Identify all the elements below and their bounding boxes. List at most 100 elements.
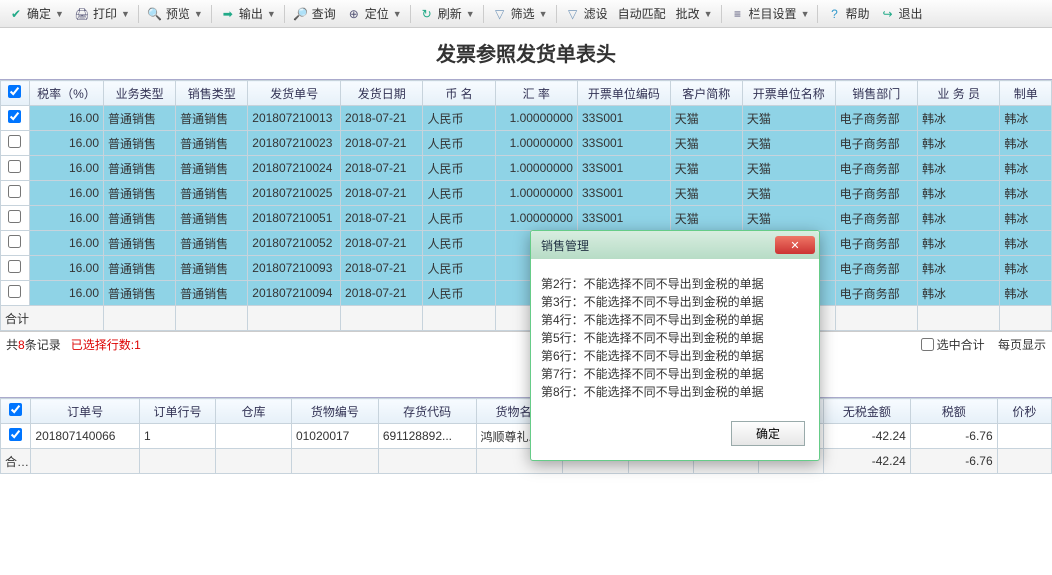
toolbar-label: 栏目设置 [749, 5, 797, 22]
cell: 普通销售 [176, 256, 248, 281]
toolbar-滤设[interactable]: ▽滤设 [561, 3, 612, 24]
col-header[interactable]: 销售部门 [835, 81, 917, 106]
cell: 韩冰 [918, 206, 1000, 231]
dialog-titlebar[interactable]: 销售管理 ✕ [531, 231, 819, 259]
toolbar-帮助[interactable]: ?帮助 [822, 3, 873, 24]
cell: 电子商务部 [835, 206, 917, 231]
chevron-down-icon: ▼ [393, 9, 402, 19]
select-sum-checkbox[interactable]: 选中合计 [921, 336, 985, 353]
cell: 16.00 [29, 206, 103, 231]
cell: 16.00 [29, 106, 103, 131]
row-checkbox[interactable] [8, 135, 21, 148]
col-header[interactable]: 无税金额 [823, 399, 910, 424]
row-checkbox[interactable] [8, 160, 21, 173]
cell: 1.00000000 [495, 181, 577, 206]
dialog-title-text: 销售管理 [541, 237, 589, 254]
col-header[interactable]: 存货代码 [378, 399, 476, 424]
col-header[interactable]: 业务类型 [104, 81, 176, 106]
table-row[interactable]: 16.00普通销售普通销售2018072100512018-07-21人民币1.… [1, 206, 1052, 231]
col-header[interactable]: 税率（%） [29, 81, 103, 106]
table-row[interactable]: 16.00普通销售普通销售2018072100942018-07-21人民币电子… [1, 281, 1052, 306]
row-checkbox[interactable] [9, 428, 22, 441]
cell: 16.00 [29, 231, 103, 256]
col-header[interactable]: 客户简称 [670, 81, 742, 106]
toolbar-预览[interactable]: 🔍预览▼ [143, 3, 207, 24]
col-header[interactable]: 制单 [1000, 81, 1052, 106]
col-header[interactable]: 汇 率 [495, 81, 577, 106]
cell: 人民币 [423, 231, 495, 256]
cell: 天猫 [670, 106, 742, 131]
ok-button[interactable]: 确定 [731, 421, 805, 446]
cell: 1.00000000 [495, 131, 577, 156]
cell: 普通销售 [176, 231, 248, 256]
col-header[interactable]: 税额 [910, 399, 997, 424]
page-title: 发票参照发货单表头 [0, 28, 1052, 79]
cell: 普通销售 [176, 156, 248, 181]
cell: 电子商务部 [835, 106, 917, 131]
toolbar-自动匹配[interactable]: 自动匹配 [614, 3, 670, 24]
toolbar-separator [211, 5, 212, 23]
chevron-down-icon: ▼ [267, 9, 276, 19]
cell: 电子商务部 [835, 281, 917, 306]
确定-icon: ✔ [8, 6, 24, 22]
col-header[interactable]: 发货单号 [248, 81, 341, 106]
cell: 2018-07-21 [341, 281, 423, 306]
toolbar-退出[interactable]: ↪退出 [876, 3, 927, 24]
close-icon[interactable]: ✕ [775, 236, 815, 254]
row-checkbox[interactable] [8, 110, 21, 123]
退出-icon: ↪ [880, 6, 896, 22]
col-header[interactable]: 仓库 [215, 399, 291, 424]
col-header[interactable]: 订单行号 [139, 399, 215, 424]
cell: 韩冰 [1000, 181, 1052, 206]
row-checkbox[interactable] [8, 185, 21, 198]
row-checkbox[interactable] [8, 210, 21, 223]
row-checkbox[interactable] [8, 260, 21, 273]
toolbar-确定[interactable]: ✔确定▼ [4, 3, 68, 24]
toolbar-打印[interactable]: 🖨打印▼ [70, 3, 134, 24]
row-checkbox[interactable] [8, 285, 21, 298]
table-row[interactable]: 16.00普通销售普通销售2018072100132018-07-21人民币1.… [1, 106, 1052, 131]
select-all-checkbox[interactable] [8, 85, 21, 98]
cell: 天猫 [742, 206, 835, 231]
dialog-line: 第7行：不能选择不同不导出到金税的单据 [541, 365, 809, 383]
col-header[interactable]: 业 务 员 [918, 81, 1000, 106]
table-row[interactable]: 16.00普通销售普通销售2018072100242018-07-21人民币1.… [1, 156, 1052, 181]
chevron-down-icon: ▼ [704, 9, 713, 19]
table-row[interactable]: 16.00普通销售普通销售2018072100232018-07-21人民币1.… [1, 131, 1052, 156]
toolbar-输出[interactable]: ➡输出▼ [216, 3, 280, 24]
cell: 韩冰 [918, 281, 1000, 306]
select-sum-input[interactable] [921, 338, 934, 351]
grid1-footer: 共8条记录 已选择行数:1 选中合计 每页显示 [0, 331, 1052, 357]
col-header[interactable]: 开票单位编码 [577, 81, 670, 106]
col-header[interactable]: 价秒 [997, 399, 1051, 424]
col-header[interactable]: 货物编号 [291, 399, 378, 424]
cell: 普通销售 [104, 231, 176, 256]
toolbar-刷新[interactable]: ↻刷新▼ [415, 3, 479, 24]
cell: 天猫 [742, 106, 835, 131]
table-row[interactable]: 201807140066101020017691128892...鸿顺尊礼.0.… [1, 424, 1052, 449]
toolbar-label: 筛选 [511, 5, 535, 22]
col-header[interactable]: 销售类型 [176, 81, 248, 106]
col-header[interactable]: 发货日期 [341, 81, 423, 106]
toolbar-批改[interactable]: 批改 ▼ [672, 3, 717, 24]
toolbar-label: 批改 [676, 5, 700, 22]
toolbar-筛选[interactable]: ▽筛选▼ [488, 3, 552, 24]
cell: 电子商务部 [835, 181, 917, 206]
select-all-checkbox[interactable] [9, 403, 22, 416]
刷新-icon: ↻ [419, 6, 435, 22]
col-header[interactable]: 订单号 [31, 399, 140, 424]
toolbar-定位[interactable]: ⊕定位▼ [342, 3, 406, 24]
toolbar-栏目设置[interactable]: ≡栏目设置▼ [726, 3, 814, 24]
col-header[interactable] [1, 81, 30, 106]
row-checkbox[interactable] [8, 235, 21, 248]
table-row[interactable]: 16.00普通销售普通销售2018072100932018-07-21人民币电子… [1, 256, 1052, 281]
toolbar-查询[interactable]: 🔎查询 [289, 3, 340, 24]
table-row[interactable]: 16.00普通销售普通销售2018072100522018-07-21人民币电子… [1, 231, 1052, 256]
table-row[interactable]: 16.00普通销售普通销售2018072100252018-07-21人民币1.… [1, 181, 1052, 206]
col-header[interactable]: 币 名 [423, 81, 495, 106]
col-header[interactable]: 开票单位名称 [742, 81, 835, 106]
预览-icon: 🔍 [147, 6, 163, 22]
col-header[interactable] [1, 399, 31, 424]
toolbar-label: 刷新 [438, 5, 462, 22]
查询-icon: 🔎 [293, 6, 309, 22]
